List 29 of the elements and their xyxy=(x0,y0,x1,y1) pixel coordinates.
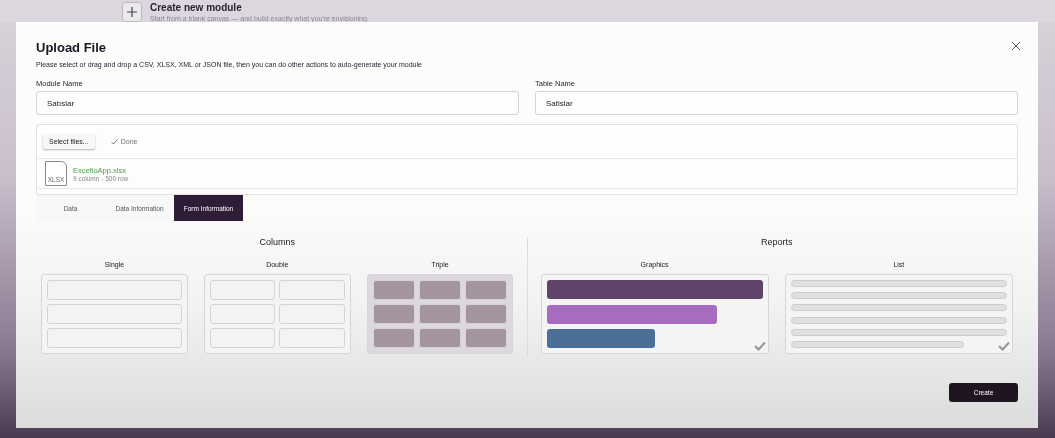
layout-slot xyxy=(279,328,345,348)
plus-icon[interactable] xyxy=(122,2,142,22)
text-field[interactable]: Satıslar xyxy=(36,91,519,115)
layout-slot xyxy=(372,304,415,324)
layout-slot xyxy=(279,280,345,300)
layout-slot xyxy=(465,304,508,324)
layout-slot xyxy=(465,280,508,300)
section-title: Columns xyxy=(258,237,296,247)
close-icon[interactable] xyxy=(1010,40,1022,52)
layout-option[interactable] xyxy=(203,274,351,354)
list-option[interactable] xyxy=(784,274,1013,354)
layout-slot xyxy=(418,304,462,324)
layout-slot xyxy=(465,328,508,348)
layout-slot xyxy=(372,328,415,348)
layout-slot xyxy=(209,328,276,348)
bar-chart-option[interactable] xyxy=(540,274,769,354)
dialog-title: Upload File xyxy=(36,40,107,55)
layout-option[interactable] xyxy=(366,274,514,354)
layout-option[interactable] xyxy=(41,274,188,354)
layout-slot xyxy=(372,280,415,300)
layout-slot xyxy=(209,280,276,300)
section-title: Reports xyxy=(760,237,794,247)
layout-slot xyxy=(418,280,462,300)
checkmark-icon xyxy=(110,138,118,145)
layout-slot xyxy=(279,304,345,324)
text-field[interactable]: Satislar xyxy=(535,91,1018,115)
layout-slot xyxy=(209,304,276,324)
layout-slot xyxy=(418,328,462,348)
card-title: Create new module xyxy=(150,2,243,13)
